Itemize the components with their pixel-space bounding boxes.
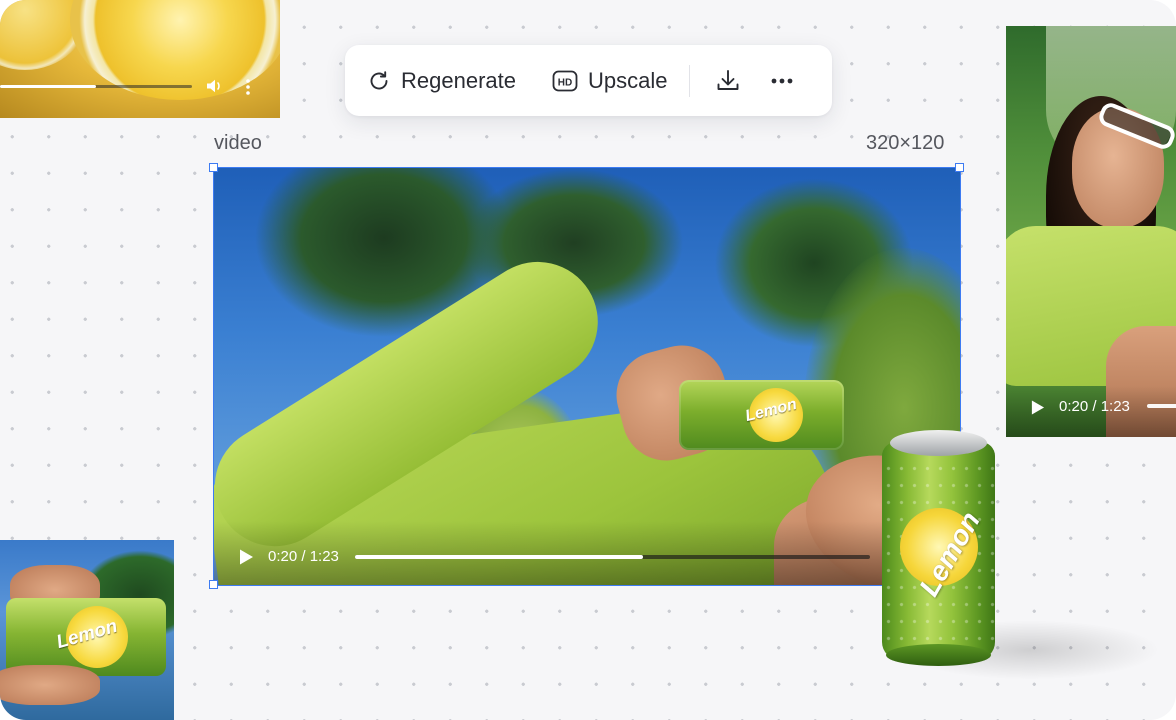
regenerate-button[interactable]: Regenerate bbox=[367, 68, 516, 94]
more-options-button[interactable] bbox=[764, 63, 800, 99]
more-vertical-icon[interactable] bbox=[244, 78, 252, 96]
more-horizontal-icon bbox=[772, 78, 793, 83]
video-time: 0:20 / 1:23 bbox=[268, 548, 339, 565]
thumbnail-woman-video[interactable]: 0:20 / 1:23 bbox=[1006, 26, 1176, 437]
download-icon bbox=[718, 69, 739, 90]
volume-icon[interactable] bbox=[206, 78, 224, 94]
refresh-icon bbox=[370, 70, 388, 89]
product-can-image[interactable]: Lemon bbox=[882, 430, 995, 668]
video-controls: 0:20 / 1:23 bbox=[214, 521, 960, 585]
resize-handle-top-left[interactable] bbox=[209, 163, 218, 172]
lemon-can-image: Lemon bbox=[679, 380, 844, 450]
video-progress-track[interactable] bbox=[1147, 404, 1176, 408]
can-bottom bbox=[886, 644, 991, 666]
thumbnail-progress-track[interactable] bbox=[0, 85, 192, 88]
video-controls: 0:20 / 1:23 bbox=[1006, 386, 1176, 437]
upscale-label: Upscale bbox=[587, 67, 668, 93]
thumbnail-lemon-video[interactable] bbox=[0, 0, 280, 118]
can-lid bbox=[890, 430, 987, 456]
download-button[interactable] bbox=[710, 63, 746, 99]
frame-dimensions-label: 320×120 bbox=[866, 132, 945, 154]
thumbnail-progress-fill bbox=[0, 85, 96, 88]
resize-handle-top-right[interactable] bbox=[955, 163, 964, 172]
hd-icon-text: HD bbox=[558, 77, 572, 88]
resize-handle-bottom-left[interactable] bbox=[209, 580, 218, 589]
toolbar-divider bbox=[689, 64, 691, 97]
video-progress-track[interactable] bbox=[355, 555, 870, 559]
person-hand-image bbox=[0, 665, 100, 705]
play-icon[interactable] bbox=[238, 548, 254, 566]
main-video[interactable]: Lemon 0:20 / 1:23 bbox=[214, 168, 960, 585]
thumbnail-can-image[interactable]: Lemon bbox=[0, 540, 174, 720]
video-progress-fill bbox=[355, 555, 644, 559]
regenerate-label: Regenerate bbox=[401, 67, 516, 93]
canvas[interactable]: Regenerate HD Upscale video 320×120 Lemo… bbox=[0, 0, 1176, 720]
video-time: 0:20 / 1:23 bbox=[1059, 398, 1130, 415]
floating-toolbar: Regenerate HD Upscale bbox=[345, 45, 832, 116]
hd-icon: HD bbox=[552, 70, 578, 91]
frame-type-label: video bbox=[214, 132, 262, 154]
play-icon[interactable] bbox=[1030, 399, 1045, 416]
upscale-button[interactable]: HD Upscale bbox=[552, 68, 667, 94]
